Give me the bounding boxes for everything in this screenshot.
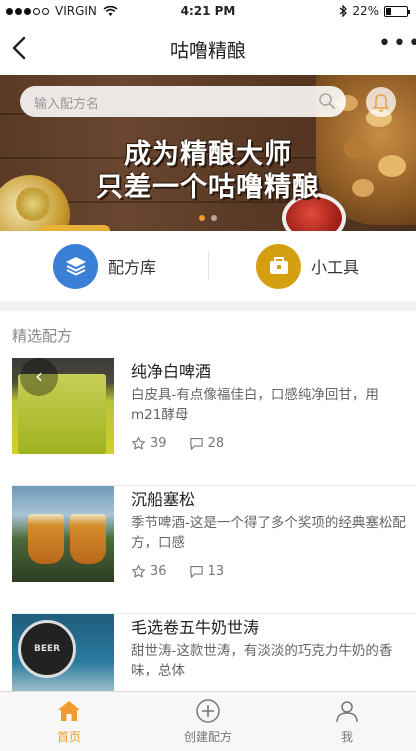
tab-bar: 首页 创建配方 我 (0, 691, 416, 751)
beer-logo-image: BEER (18, 620, 76, 678)
battery-icon (384, 5, 410, 17)
recipe-card[interactable]: 沉船塞松 季节啤酒-这是一个得了多个奖项的经典塞松配方，口感 36 13 (0, 486, 416, 614)
search-input[interactable]: 输入配方名 (20, 86, 346, 117)
carousel-indicators (0, 215, 416, 221)
recipe-thumbnail (12, 486, 114, 582)
recipe-name: 沉船塞松 (131, 490, 196, 509)
star-count: 36 (150, 564, 167, 579)
star-icon[interactable] (131, 436, 146, 451)
search-icon[interactable] (318, 92, 336, 110)
recipe-meta: 36 13 (131, 564, 224, 579)
bluetooth-icon (339, 5, 348, 17)
recipe-name: 毛选卷五牛奶世涛 (131, 618, 260, 637)
plus-circle-icon (196, 699, 220, 723)
recipe-description: 季节啤酒-这是一个得了多个奖项的经典塞松配方，口感 (131, 515, 406, 551)
recipe-description: 甜世涛-这款世涛，有淡淡的巧克力牛奶的香味，总体 (131, 643, 393, 679)
tab-home[interactable]: 首页 (0, 698, 138, 745)
user-icon (336, 701, 358, 723)
tools-label: 小工具 (311, 258, 360, 277)
bell-icon[interactable] (366, 87, 396, 117)
comment-count: 28 (207, 436, 225, 451)
page-title: 咕噜精酿 (169, 40, 246, 62)
featured-recipes: 精选配方 ‹ 纯净白啤酒 白皮具-有点像福佳白，口感纯净回甘，用m21酵母 39… (0, 311, 416, 710)
section-title: 精选配方 (12, 327, 73, 345)
more-horizontal-icon[interactable]: ••• (378, 33, 416, 61)
comment-icon[interactable] (189, 564, 204, 579)
app-screen: VIRGIN 4:21 PM 22% 咕噜精酿 ••• (0, 0, 416, 751)
comment-icon[interactable] (189, 436, 204, 451)
home-icon (58, 701, 80, 721)
recipe-meta: 39 28 (131, 436, 224, 451)
tab-create-label: 创建配方 (183, 730, 232, 744)
tools-divider (208, 251, 209, 281)
chevron-left-icon[interactable]: ‹ (20, 358, 58, 396)
star-count: 39 (150, 436, 167, 451)
tab-me-label: 我 (340, 730, 353, 744)
recipes-library-label: 配方库 (108, 258, 157, 277)
comment-count: 13 (207, 564, 225, 579)
status-right: 22% (339, 4, 410, 18)
star-icon[interactable] (131, 564, 146, 579)
tools-button[interactable]: 小工具 (256, 242, 359, 290)
banner-slogan-line2: 只差一个咕噜精酿 (96, 172, 320, 203)
status-bar: VIRGIN 4:21 PM 22% (0, 0, 416, 22)
carousel-dot-1[interactable] (199, 215, 205, 221)
nav-bar: 咕噜精酿 ••• (0, 22, 416, 75)
battery-percent: 22% (352, 4, 379, 18)
recipes-library-button[interactable]: 配方库 (53, 242, 156, 290)
quick-tools: 配方库 小工具 (0, 231, 416, 301)
tab-me[interactable]: 我 (278, 698, 416, 745)
search-placeholder: 输入配方名 (34, 97, 100, 112)
recipe-card[interactable]: ‹ 纯净白啤酒 白皮具-有点像福佳白，口感纯净回甘，用m21酵母 39 28 (0, 358, 416, 486)
recipe-thumbnail: ‹ (12, 358, 114, 454)
recipe-name: 纯净白啤酒 (131, 362, 212, 381)
carousel-dot-2[interactable] (211, 215, 217, 221)
tab-home-label: 首页 (56, 730, 81, 744)
banner-carousel[interactable]: 成为精酿大师 只差一个咕噜精酿 输入配方名 (0, 75, 416, 231)
recipe-description: 白皮具-有点像福佳白，口感纯净回甘，用m21酵母 (131, 387, 379, 423)
toolbox-icon (256, 243, 301, 289)
layers-icon (53, 243, 98, 289)
tab-create-recipe[interactable]: 创建配方 (139, 698, 277, 745)
